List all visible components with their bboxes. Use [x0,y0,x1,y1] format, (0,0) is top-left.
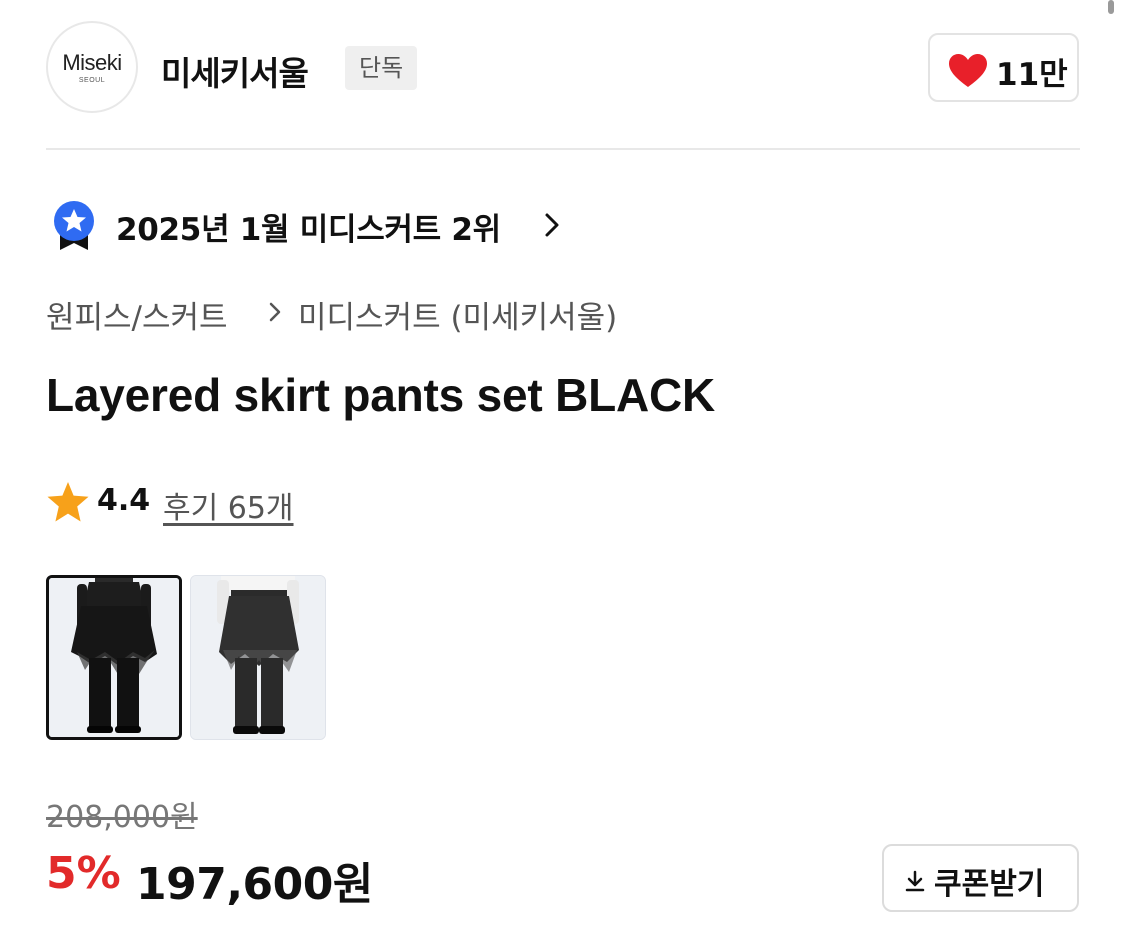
product-thumbnail-selected[interactable] [46,575,182,740]
discount-rate: 5% [46,848,121,899]
heart-icon [949,54,987,87]
product-thumbnail[interactable] [190,575,326,740]
download-icon [905,870,925,892]
scrollbar-thumb[interactable] [1108,0,1114,14]
coupon-download-button[interactable]: 쿠폰받기 [882,844,1079,912]
ranking-text: 2025년 1월 미디스커트 2위 [116,212,501,248]
chevron-right-icon [545,213,559,237]
brand-name[interactable]: 미세키서울 [161,47,309,95]
star-icon [47,482,89,522]
breadcrumb-category[interactable]: 원피스/스커트 [46,292,228,337]
chevron-right-icon [269,302,281,322]
exclusive-badge: 단독 [345,46,418,90]
ranking-link[interactable]: 2025년 1월 미디스커트 2위 [52,200,652,252]
header-divider [46,148,1080,150]
coupon-label: 쿠폰받기 [934,867,1045,902]
price-row: 5% 197,600원 [46,848,646,910]
original-price: 208,000원 [46,800,198,835]
product-image [49,578,179,737]
breadcrumb-subcategory[interactable]: 미디스커트 (미세키서울) [298,292,617,337]
product-title: Layered skirt pants set BLACK [46,369,716,421]
ranking-ribbon-icon [54,201,94,250]
brand-header: Miseki SEOUL 미세키서울 단독 11만 [46,21,1080,115]
brand-logo-subtext: SEOUL [78,77,106,84]
brand-logo-text: Miseki [62,50,122,75]
review-count-link[interactable]: 후기 65개 [163,483,294,527]
product-image [191,576,325,739]
rating-summary: 4.4 후기 65개 [46,480,446,526]
like-button[interactable]: 11만 [928,33,1079,102]
rating-score: 4.4 [97,483,151,518]
sale-price: 197,600원 [136,859,373,910]
brand-logo[interactable]: Miseki SEOUL [46,21,138,113]
like-count: 11만 [996,57,1068,93]
